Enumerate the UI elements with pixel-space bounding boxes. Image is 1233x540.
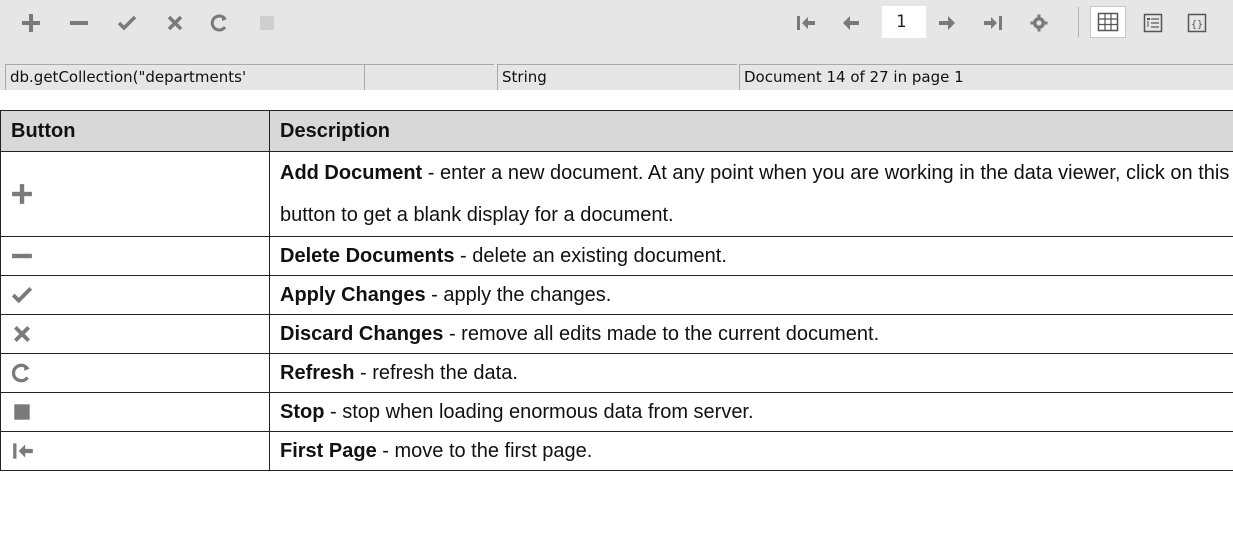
row-title: Refresh bbox=[280, 362, 355, 384]
table-header-row: Button Description bbox=[0, 110, 1233, 152]
svg-text:{}: {} bbox=[1191, 20, 1203, 31]
row-title: Discard Changes bbox=[280, 323, 444, 345]
grid-view-icon[interactable] bbox=[1090, 6, 1126, 38]
row-description: Refresh - refresh the data. bbox=[269, 353, 1233, 393]
row-text: - remove all edits made to the current d… bbox=[443, 323, 880, 345]
table-row: Delete Documents - delete an existing do… bbox=[0, 236, 1233, 276]
row-description: Stop - stop when loading enormous data f… bbox=[269, 392, 1233, 432]
type-field: String bbox=[497, 64, 737, 90]
row-description: Discard Changes - remove all edits made … bbox=[269, 314, 1233, 354]
button-table: Button Description Add Document - enter … bbox=[0, 110, 1233, 471]
page-number-input[interactable]: 1 bbox=[882, 6, 926, 38]
data-viewer-toolbar: 1 {} db.getCollection("departments' Stri… bbox=[0, 0, 1233, 90]
last-page-icon[interactable] bbox=[978, 9, 1008, 37]
row-description: Delete Documents - delete an existing do… bbox=[269, 236, 1233, 276]
minus-icon[interactable] bbox=[64, 9, 94, 37]
gear-icon[interactable] bbox=[1024, 9, 1054, 37]
check-icon bbox=[0, 275, 270, 315]
stop-icon[interactable] bbox=[252, 9, 282, 37]
close-icon[interactable] bbox=[160, 9, 190, 37]
table-row: Stop - stop when loading enormous data f… bbox=[0, 392, 1233, 432]
tree-view-icon[interactable] bbox=[1138, 9, 1168, 37]
row-title: First Page bbox=[280, 440, 377, 462]
header-description: Description bbox=[269, 110, 1233, 152]
table-row: Discard Changes - remove all edits made … bbox=[0, 314, 1233, 354]
table-row: Refresh - refresh the data. bbox=[0, 353, 1233, 393]
close-icon bbox=[0, 314, 270, 354]
add-icon bbox=[0, 151, 270, 237]
query-field[interactable]: db.getCollection("departments' bbox=[5, 64, 364, 90]
table-row: Add Document - enter a new document. At … bbox=[0, 151, 1233, 237]
field-value[interactable] bbox=[364, 64, 494, 90]
stop-icon bbox=[0, 392, 270, 432]
minus-icon bbox=[0, 236, 270, 276]
row-title: Apply Changes bbox=[280, 284, 426, 306]
document-info: Document 14 of 27 in page 1 bbox=[739, 64, 1233, 90]
previous-page-icon[interactable] bbox=[836, 9, 866, 37]
row-text: - delete an existing document. bbox=[454, 245, 727, 267]
header-button: Button bbox=[0, 110, 270, 152]
row-title: Stop bbox=[280, 401, 325, 423]
row-text: - stop when loading enormous data from s… bbox=[324, 401, 754, 423]
row-title: Delete Documents bbox=[280, 245, 455, 267]
check-icon[interactable] bbox=[112, 9, 142, 37]
refresh-icon[interactable] bbox=[205, 9, 235, 37]
row-text: - apply the changes. bbox=[425, 284, 612, 306]
next-page-icon[interactable] bbox=[932, 9, 962, 37]
row-description: Apply Changes - apply the changes. bbox=[269, 275, 1233, 315]
row-text: - refresh the data. bbox=[354, 362, 518, 384]
json-view-icon[interactable]: {} bbox=[1182, 9, 1212, 37]
toolbar-separator bbox=[1078, 7, 1079, 37]
row-text: - move to the first page. bbox=[376, 440, 593, 462]
row-title: Add Document bbox=[280, 162, 423, 184]
refresh-icon bbox=[0, 353, 270, 393]
first-page-icon[interactable] bbox=[791, 9, 821, 37]
row-description: First Page - move to the first page. bbox=[269, 431, 1233, 471]
table-row: Apply Changes - apply the changes. bbox=[0, 275, 1233, 315]
add-icon[interactable] bbox=[16, 9, 46, 37]
table-row: First Page - move to the first page. bbox=[0, 431, 1233, 471]
first-page-icon bbox=[0, 431, 270, 471]
row-text: - enter a new document. At any point whe… bbox=[280, 162, 1230, 226]
row-description: Add Document - enter a new document. At … bbox=[269, 151, 1233, 237]
